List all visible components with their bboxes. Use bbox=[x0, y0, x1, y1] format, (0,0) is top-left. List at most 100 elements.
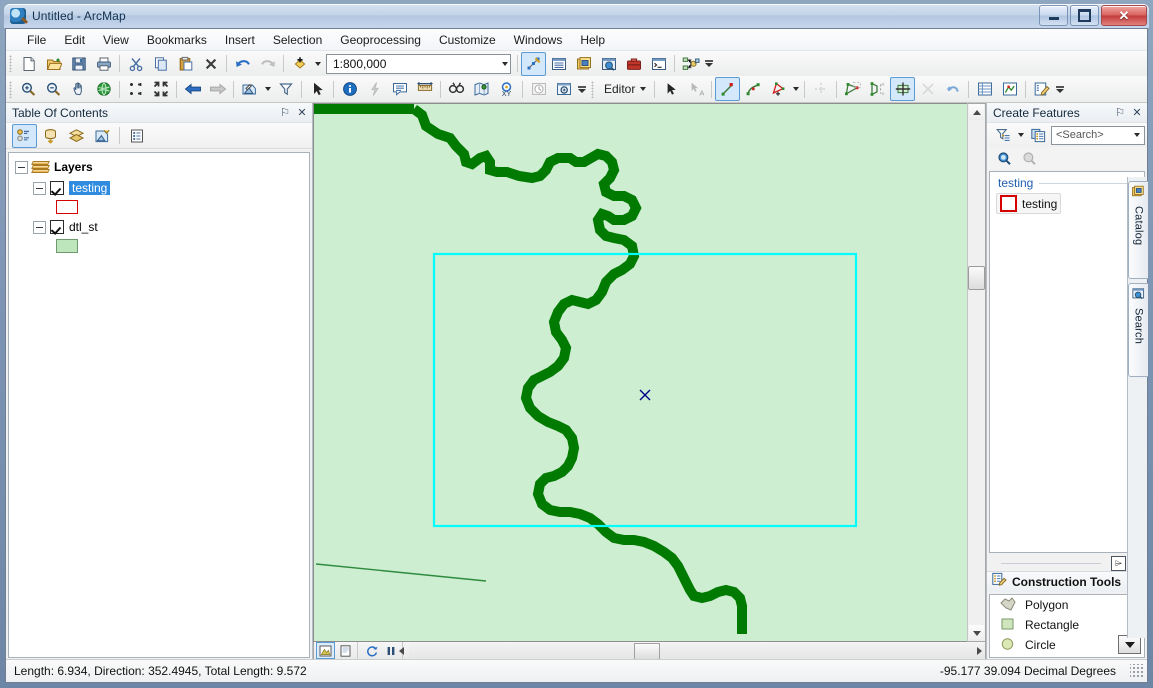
edit-vertices-icon[interactable] bbox=[808, 77, 833, 101]
layer-visibility-checkbox[interactable] bbox=[50, 220, 64, 234]
model-builder-icon[interactable] bbox=[678, 52, 703, 76]
panel-splitter[interactable]: ⌲ I bbox=[987, 555, 1147, 571]
map-horizontal-scrollbar[interactable] bbox=[399, 643, 985, 660]
layout-view-icon[interactable] bbox=[337, 643, 354, 658]
save-icon[interactable] bbox=[66, 52, 91, 76]
new-map-icon[interactable] bbox=[16, 52, 41, 76]
python-window-icon[interactable] bbox=[646, 52, 671, 76]
redo-icon[interactable] bbox=[255, 52, 280, 76]
create-features-close-button[interactable]: ✕ bbox=[1130, 106, 1144, 120]
pause-drawing-icon[interactable] bbox=[382, 643, 399, 658]
horizontal-scroll-thumb[interactable] bbox=[634, 643, 660, 660]
construction-tool-rectangle[interactable]: Rectangle bbox=[990, 615, 1144, 635]
list-by-selection-icon[interactable] bbox=[90, 124, 115, 148]
toc-close-button[interactable]: ✕ bbox=[295, 106, 309, 120]
construction-tools-list[interactable]: Polygon Rectangle Circle bbox=[989, 594, 1145, 658]
catalog-window-icon[interactable] bbox=[571, 52, 596, 76]
attributes-icon[interactable] bbox=[972, 77, 997, 101]
chevron-down-icon[interactable] bbox=[1134, 133, 1140, 137]
toc-options-icon[interactable] bbox=[124, 124, 149, 148]
construct-point-icon[interactable] bbox=[765, 77, 790, 101]
map-vertical-scrollbar[interactable] bbox=[967, 103, 986, 642]
create-new-template-icon[interactable] bbox=[1027, 123, 1049, 147]
rotate-tool-icon[interactable] bbox=[915, 77, 940, 101]
menu-geoprocessing[interactable]: Geoprocessing bbox=[331, 31, 430, 49]
expander-icon[interactable] bbox=[33, 181, 46, 195]
time-slider-icon[interactable] bbox=[526, 77, 551, 101]
zoom-in-icon[interactable] bbox=[16, 77, 41, 101]
editor-vertices-icon[interactable] bbox=[521, 51, 546, 76]
search-window-icon[interactable] bbox=[596, 52, 621, 76]
map-canvas[interactable] bbox=[313, 103, 967, 642]
print-icon[interactable] bbox=[91, 52, 116, 76]
toc-layer-dtl-st[interactable]: dtl_st bbox=[9, 218, 309, 236]
table-of-contents-icon[interactable] bbox=[546, 52, 571, 76]
refresh-view-icon[interactable] bbox=[363, 643, 380, 658]
edit-annotation-icon[interactable]: A bbox=[683, 77, 708, 101]
menu-view[interactable]: View bbox=[94, 31, 138, 49]
clear-selection-icon[interactable] bbox=[273, 77, 298, 101]
maximize-button[interactable] bbox=[1070, 5, 1099, 26]
find-route-icon[interactable] bbox=[469, 77, 494, 101]
menu-file[interactable]: File bbox=[18, 31, 55, 49]
tab-search[interactable]: Search bbox=[1128, 283, 1148, 377]
list-by-source-icon[interactable] bbox=[38, 124, 63, 148]
organize-templates-icon[interactable] bbox=[992, 123, 1014, 147]
data-view-icon[interactable] bbox=[316, 642, 335, 659]
menu-customize[interactable]: Customize bbox=[430, 31, 505, 49]
undo-edit-icon[interactable] bbox=[940, 77, 965, 101]
zoom-out-icon[interactable] bbox=[41, 77, 66, 101]
toc-root-layers[interactable]: Layers bbox=[9, 158, 309, 176]
reshape-feature-icon[interactable] bbox=[840, 77, 865, 101]
go-next-extent-icon[interactable] bbox=[205, 77, 230, 101]
sketch-properties-icon[interactable] bbox=[997, 77, 1022, 101]
editor-toolbar-grip[interactable] bbox=[591, 80, 594, 98]
delete-icon[interactable] bbox=[198, 52, 223, 76]
resize-grip[interactable] bbox=[1130, 664, 1144, 678]
cut-polygons-icon[interactable] bbox=[865, 77, 890, 101]
select-features-icon[interactable] bbox=[237, 77, 262, 101]
close-button[interactable]: ✕ bbox=[1101, 5, 1147, 26]
fixed-zoom-out-icon[interactable] bbox=[148, 77, 173, 101]
full-extent-icon[interactable] bbox=[91, 77, 116, 101]
open-icon[interactable] bbox=[41, 52, 66, 76]
edit-tool-icon[interactable] bbox=[658, 77, 683, 101]
search-input[interactable]: <Search> bbox=[1051, 125, 1145, 145]
clear-search-icon[interactable] bbox=[1019, 148, 1040, 168]
construct-point-dropdown[interactable] bbox=[790, 78, 801, 100]
hscroll-right-arrow[interactable] bbox=[977, 647, 982, 655]
undo-icon[interactable] bbox=[230, 52, 255, 76]
select-features-dropdown[interactable] bbox=[262, 78, 273, 100]
copy-icon[interactable] bbox=[148, 52, 173, 76]
straight-segment-icon[interactable] bbox=[715, 77, 741, 101]
pan-icon[interactable] bbox=[66, 77, 91, 101]
construction-tool-polygon[interactable]: Polygon bbox=[990, 595, 1144, 615]
create-features-icon[interactable] bbox=[1029, 77, 1054, 101]
create-viewer-icon[interactable] bbox=[551, 77, 576, 101]
select-elements-icon[interactable] bbox=[305, 77, 330, 101]
expander-icon[interactable] bbox=[33, 220, 46, 234]
paste-icon[interactable] bbox=[173, 52, 198, 76]
menu-bookmarks[interactable]: Bookmarks bbox=[138, 31, 216, 49]
tools-toolbar-grip[interactable] bbox=[9, 80, 12, 98]
editor-menu-button[interactable]: Editor bbox=[598, 78, 651, 100]
menu-edit[interactable]: Edit bbox=[55, 31, 94, 49]
toolbox-icon[interactable] bbox=[621, 52, 646, 76]
feature-template-item[interactable]: testing bbox=[996, 193, 1062, 214]
layer-symbol-swatch[interactable] bbox=[56, 200, 78, 214]
fixed-zoom-in-icon[interactable] bbox=[123, 77, 148, 101]
collapse-panel-button[interactable]: ⌲ bbox=[1111, 555, 1126, 571]
list-by-drawing-order-icon[interactable] bbox=[12, 123, 37, 148]
add-data-icon[interactable] bbox=[287, 52, 312, 76]
list-by-visibility-icon[interactable] bbox=[64, 124, 89, 148]
identify-icon[interactable] bbox=[337, 77, 362, 101]
editor-toolbar-overflow[interactable] bbox=[1054, 78, 1066, 100]
menu-selection[interactable]: Selection bbox=[264, 31, 331, 49]
hscroll-left-arrow[interactable] bbox=[399, 647, 404, 655]
standard-toolbar-overflow[interactable] bbox=[703, 53, 715, 75]
chevron-down-icon[interactable] bbox=[502, 61, 508, 66]
scroll-down-button[interactable] bbox=[969, 625, 984, 641]
find-icon[interactable] bbox=[444, 77, 469, 101]
map-scale-combo[interactable]: 1:800,000 bbox=[326, 53, 511, 74]
measure-icon[interactable] bbox=[412, 77, 437, 101]
